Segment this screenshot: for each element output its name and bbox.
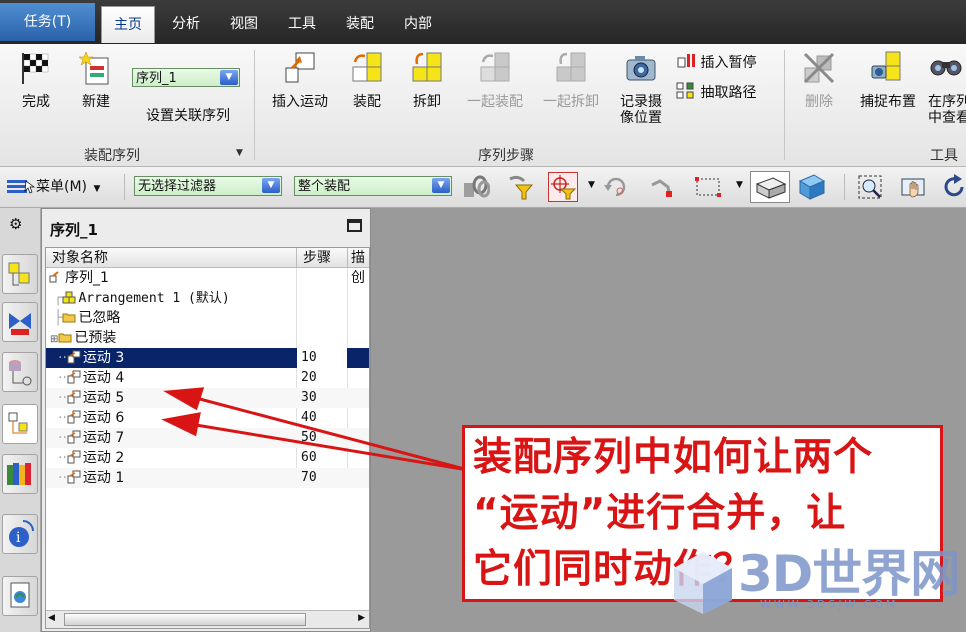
callout-line-1: 装配序列中如何让两个 [473, 435, 874, 480]
annotation-arrow-1 [195, 396, 469, 472]
watermark-url: WWW.3DSJW.COM [760, 598, 899, 611]
arrowhead-icon [163, 387, 205, 411]
watermark-logo-text: 3D世界网 [738, 545, 960, 603]
watermark-cube-icon [674, 552, 732, 614]
arrowhead-icon [161, 412, 201, 437]
annotation-arrow-2 [195, 423, 469, 472]
